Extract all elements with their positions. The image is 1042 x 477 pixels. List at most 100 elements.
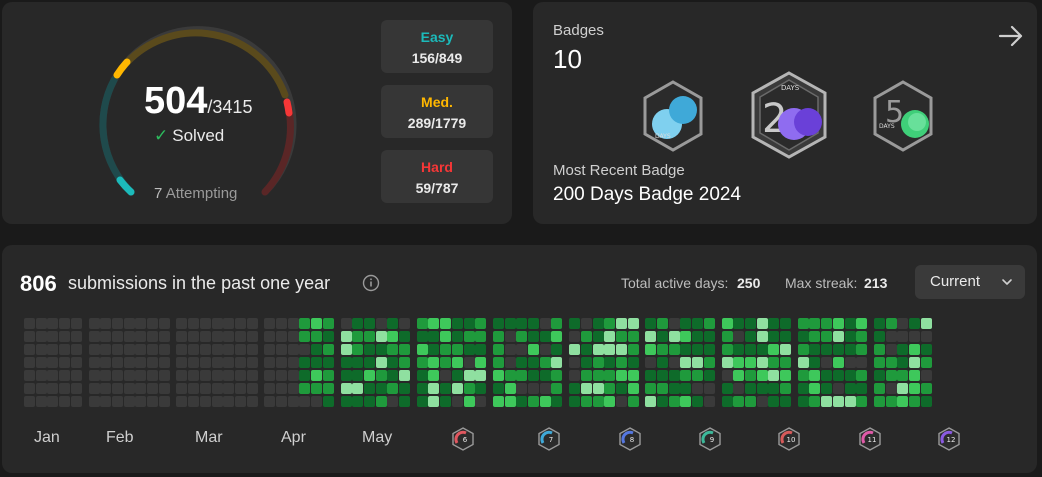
heatmap-cell[interactable]: [528, 357, 539, 368]
heatmap-cell[interactable]: [909, 383, 920, 394]
heatmap-cell[interactable]: [352, 396, 364, 407]
heatmap-cell[interactable]: [703, 318, 715, 329]
heatmap-cell[interactable]: [809, 318, 821, 329]
heatmap-cell[interactable]: [352, 331, 364, 342]
heatmap-cell[interactable]: [451, 357, 463, 368]
heatmap-cell[interactable]: [375, 331, 387, 342]
heatmap-cell[interactable]: [692, 344, 704, 355]
heatmap-cell[interactable]: [492, 357, 504, 368]
heatmap-cell[interactable]: [322, 396, 334, 407]
heatmap-cell[interactable]: [123, 370, 135, 381]
heatmap-cell[interactable]: [340, 318, 352, 329]
heatmap-cell[interactable]: [451, 318, 463, 329]
heatmap-cell[interactable]: [428, 370, 440, 381]
heatmap-cell[interactable]: [416, 344, 428, 355]
heatmap-cell[interactable]: [645, 370, 657, 381]
heatmap-cell[interactable]: [223, 357, 235, 368]
heatmap-cell[interactable]: [234, 370, 246, 381]
heatmap-cell[interactable]: [780, 318, 791, 329]
heatmap-cell[interactable]: [797, 344, 809, 355]
heatmap-cell[interactable]: [809, 331, 821, 342]
heatmap-cell[interactable]: [703, 396, 715, 407]
heatmap-cell[interactable]: [287, 370, 299, 381]
heatmap-cell[interactable]: [528, 318, 539, 329]
heatmap-cell[interactable]: [844, 370, 856, 381]
heatmap-cell[interactable]: [551, 318, 563, 329]
heatmap-cell[interactable]: [604, 370, 616, 381]
heatmap-cell[interactable]: [475, 318, 487, 329]
heatmap-cell[interactable]: [920, 383, 932, 394]
heatmap-cell[interactable]: [375, 357, 387, 368]
heatmap-cell[interactable]: [528, 370, 539, 381]
heatmap-cell[interactable]: [70, 331, 82, 342]
heatmap-cell[interactable]: [885, 357, 897, 368]
heatmap-cell[interactable]: [188, 318, 200, 329]
heatmap-cell[interactable]: [176, 396, 188, 407]
heatmap-cell[interactable]: [615, 370, 627, 381]
heatmap-cell[interactable]: [909, 331, 920, 342]
arrow-right-icon[interactable]: [997, 22, 1025, 50]
heatmap-cell[interactable]: [885, 344, 897, 355]
heatmap-cell[interactable]: [440, 383, 452, 394]
heatmap-cell[interactable]: [311, 383, 323, 394]
heatmap-cell[interactable]: [158, 396, 170, 407]
heatmap-cell[interactable]: [111, 331, 123, 342]
heatmap-cell[interactable]: [680, 331, 692, 342]
heatmap-cell[interactable]: [363, 331, 375, 342]
heatmap-cell[interactable]: [111, 396, 123, 407]
heatmap-cell[interactable]: [147, 357, 158, 368]
heatmap-cell[interactable]: [873, 344, 885, 355]
heatmap-cell[interactable]: [176, 357, 188, 368]
heatmap-cell[interactable]: [223, 370, 235, 381]
heatmap-cell[interactable]: [100, 370, 112, 381]
heatmap-cell[interactable]: [592, 370, 604, 381]
heatmap-cell[interactable]: [375, 396, 387, 407]
heatmap-cell[interactable]: [35, 318, 47, 329]
heatmap-cell[interactable]: [909, 318, 920, 329]
heatmap-cell[interactable]: [592, 357, 604, 368]
heatmap-cell[interactable]: [692, 357, 704, 368]
month-badge-icon[interactable]: 6: [452, 427, 474, 451]
hard-stat-box[interactable]: Hard 59/787: [381, 150, 493, 203]
heatmap-cell[interactable]: [797, 370, 809, 381]
heatmap-cell[interactable]: [264, 331, 276, 342]
heatmap-cell[interactable]: [100, 331, 112, 342]
heatmap-cell[interactable]: [528, 396, 539, 407]
heatmap-cell[interactable]: [147, 344, 158, 355]
heatmap-cell[interactable]: [821, 396, 833, 407]
heatmap-cell[interactable]: [780, 344, 791, 355]
heatmap-cell[interactable]: [375, 318, 387, 329]
heatmap-cell[interactable]: [35, 344, 47, 355]
heatmap-cell[interactable]: [768, 383, 780, 394]
heatmap-cell[interactable]: [604, 331, 616, 342]
heatmap-cell[interactable]: [246, 357, 258, 368]
heatmap-cell[interactable]: [158, 331, 170, 342]
heatmap-cell[interactable]: [440, 318, 452, 329]
heatmap-cell[interactable]: [627, 318, 639, 329]
heatmap-cell[interactable]: [88, 383, 100, 394]
heatmap-cell[interactable]: [111, 344, 123, 355]
heatmap-cell[interactable]: [100, 357, 112, 368]
heatmap-cell[interactable]: [135, 396, 147, 407]
medium-stat-box[interactable]: Med. 289/1779: [381, 85, 493, 138]
200-days-badge-icon[interactable]: DAYS 2: [748, 70, 830, 160]
heatmap-cell[interactable]: [24, 331, 35, 342]
month-badge-icon[interactable]: 11: [859, 427, 881, 451]
heatmap-cell[interactable]: [680, 357, 692, 368]
heatmap-cell[interactable]: [897, 383, 909, 394]
heatmap-cell[interactable]: [504, 344, 516, 355]
heatmap-cell[interactable]: [920, 357, 932, 368]
heatmap-cell[interactable]: [668, 344, 680, 355]
heatmap-cell[interactable]: [680, 396, 692, 407]
heatmap-cell[interactable]: [340, 370, 352, 381]
heatmap-cell[interactable]: [211, 318, 223, 329]
heatmap-cell[interactable]: [428, 344, 440, 355]
heatmap-cell[interactable]: [223, 396, 235, 407]
heatmap-cell[interactable]: [147, 370, 158, 381]
heatmap-cell[interactable]: [322, 383, 334, 394]
heatmap-cell[interactable]: [287, 318, 299, 329]
heatmap-cell[interactable]: [909, 396, 920, 407]
heatmap-cell[interactable]: [551, 370, 563, 381]
period-dropdown[interactable]: Current: [915, 265, 1025, 299]
heatmap-cell[interactable]: [451, 396, 463, 407]
